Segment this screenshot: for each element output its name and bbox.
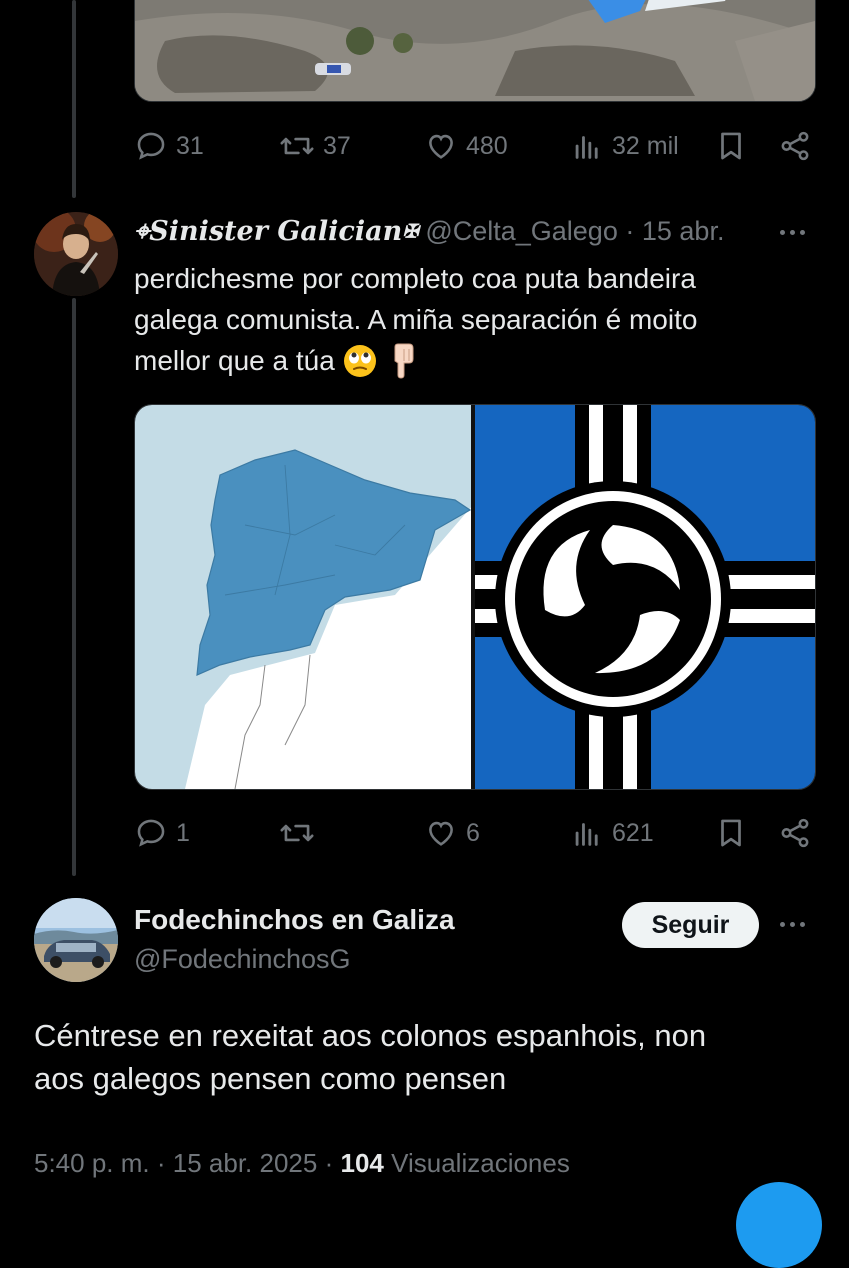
- pointing-down-emoji-icon: [394, 343, 414, 379]
- main-handle[interactable]: @FodechinchosG: [134, 944, 351, 975]
- views-count: 32 mil: [612, 131, 679, 160]
- more-icon[interactable]: [780, 230, 805, 235]
- reply-tweet-image[interactable]: [134, 404, 816, 790]
- bookmark-icon: [721, 132, 741, 160]
- compose-button[interactable]: [736, 1182, 822, 1268]
- display-name[interactable]: ⌖Sinister Galician✠: [134, 216, 418, 247]
- text-line: mellor que a túa: [134, 345, 335, 376]
- text-line: galega comunista. A miña separación é mo…: [134, 304, 698, 335]
- like-button[interactable]: 6: [424, 813, 480, 853]
- like-count: 6: [466, 818, 480, 847]
- bookmark-button[interactable]: [714, 813, 748, 853]
- reply-count: 1: [176, 818, 190, 847]
- avatar[interactable]: [34, 212, 118, 296]
- text-line: Céntrese en rexeitat aos colonos espanho…: [34, 1018, 707, 1053]
- views-button[interactable]: 32 mil: [570, 126, 679, 166]
- thread-line-top: [72, 0, 76, 198]
- retweet-button[interactable]: 37: [279, 126, 351, 166]
- like-icon: [429, 134, 453, 159]
- reply-icon: [137, 819, 165, 847]
- reply-tweet-actions: 1 6 621: [134, 813, 814, 853]
- thread-line-reply: [72, 298, 76, 876]
- views-icon: [575, 136, 598, 159]
- like-count: 480: [466, 131, 508, 160]
- reply-button[interactable]: 1: [134, 813, 190, 853]
- meta-separator: ·: [156, 1148, 166, 1178]
- text-line: perdichesme por completo coa puta bandei…: [134, 263, 696, 294]
- retweet-button[interactable]: [279, 813, 323, 853]
- previous-tweet-actions: 31 37 480 32 mil: [134, 126, 814, 166]
- previous-tweet-image[interactable]: [134, 0, 816, 102]
- like-icon: [429, 821, 453, 846]
- views-icon: [575, 823, 598, 846]
- more-icon[interactable]: [780, 922, 805, 927]
- retweet-count: 37: [323, 131, 351, 160]
- views-button[interactable]: 621: [570, 813, 654, 853]
- like-button[interactable]: 480: [424, 126, 508, 166]
- main-display-name[interactable]: Fodechinchos en Galiza: [134, 904, 455, 936]
- bookmark-icon: [721, 819, 741, 847]
- tweet-date[interactable]: 15 abr. 2025: [173, 1148, 318, 1178]
- views-label: Visualizaciones: [391, 1148, 570, 1178]
- tweet-date[interactable]: 15 abr.: [642, 216, 725, 246]
- follow-button[interactable]: Seguir: [622, 902, 759, 948]
- views-count: 621: [612, 818, 654, 847]
- tweet-meta: 5:40 p. m. · 15 abr. 2025 · 104 Visualiz…: [34, 1148, 570, 1179]
- meta-separator: ·: [324, 1148, 334, 1178]
- main-tweet-text: Céntrese en rexeitat aos colonos espanho…: [34, 1014, 824, 1100]
- tweet-time[interactable]: 5:40 p. m.: [34, 1148, 150, 1178]
- text-line: aos galegos pensen como pensen: [34, 1061, 507, 1096]
- share-icon: [781, 818, 809, 848]
- reply-button[interactable]: 31: [134, 126, 204, 166]
- header-separator: ·: [625, 216, 635, 246]
- reply-tweet-text: perdichesme por completo coa puta bandei…: [134, 258, 814, 381]
- reply-icon: [137, 132, 165, 160]
- eye-roll-emoji-icon: [343, 344, 376, 377]
- handle[interactable]: @Celta_Galego: [425, 216, 618, 246]
- avatar[interactable]: [34, 898, 118, 982]
- reply-count: 31: [176, 131, 204, 160]
- views-count: 104: [340, 1148, 384, 1178]
- retweet-icon: [280, 824, 314, 842]
- reply-header: ⌖Sinister Galician✠ @Celta_Galego · 15 a…: [134, 216, 724, 248]
- bookmark-button[interactable]: [714, 126, 748, 166]
- share-button[interactable]: [778, 813, 812, 853]
- share-icon: [781, 131, 809, 161]
- retweet-icon: [280, 137, 314, 155]
- share-button[interactable]: [778, 126, 812, 166]
- text-line-with-emoji: mellor que a túa: [134, 340, 814, 381]
